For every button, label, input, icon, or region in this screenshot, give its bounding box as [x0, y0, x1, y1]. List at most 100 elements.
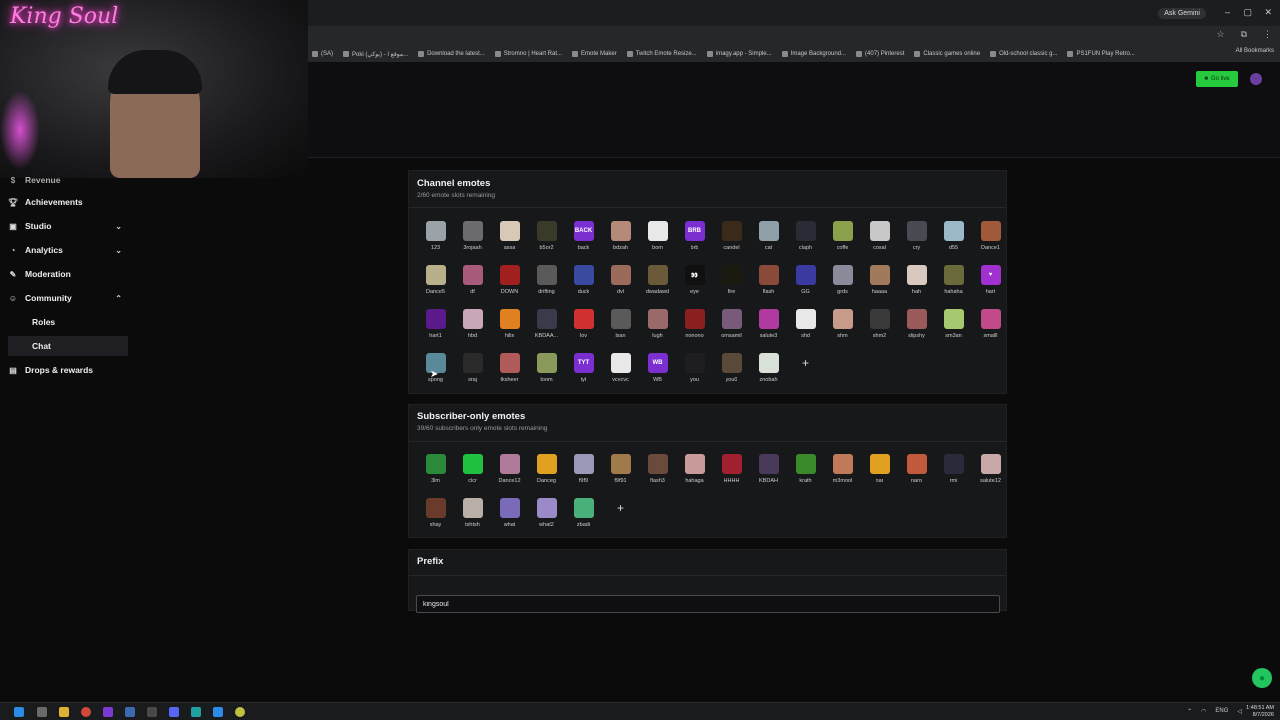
bookmark-item[interactable]: Poki (بوكي) - موقع ا...: [343, 51, 408, 58]
emote-item[interactable]: what: [491, 497, 528, 535]
emote-item[interactable]: omsamil: [713, 308, 750, 346]
sidebar-item-achievements[interactable]: 🏆︎ Achievements: [8, 192, 128, 212]
prefix-input[interactable]: [416, 595, 1000, 613]
emote-item[interactable]: vcvcvc: [602, 352, 639, 390]
emote-item[interactable]: hbd: [454, 308, 491, 346]
emote-item[interactable]: cosal: [861, 220, 898, 258]
emote-item[interactable]: Dance12: [491, 453, 528, 491]
emote-item[interactable]: smalll: [972, 308, 1009, 346]
emote-item[interactable]: zbadi: [565, 497, 602, 535]
emote-item[interactable]: hart1: [417, 308, 454, 346]
emote-item[interactable]: hahaha: [935, 264, 972, 302]
emote-item[interactable]: rmi: [935, 453, 972, 491]
emote-item[interactable]: dwadawd: [639, 264, 676, 302]
emote-item[interactable]: you: [676, 352, 713, 390]
emote-item[interactable]: df: [454, 264, 491, 302]
emote-item[interactable]: fire: [713, 264, 750, 302]
emote-item[interactable]: 👀 eye: [676, 264, 713, 302]
emote-item[interactable]: bom: [639, 220, 676, 258]
windows-start-icon[interactable]: [14, 707, 24, 717]
emote-item[interactable]: hah: [898, 264, 935, 302]
emote-item[interactable]: 3rojaah: [454, 220, 491, 258]
emote-item[interactable]: flash3: [639, 453, 676, 491]
bookmark-item[interactable]: imagy.app - Simple...: [706, 51, 772, 57]
emote-item[interactable]: tshtsh: [454, 497, 491, 535]
menu-icon[interactable]: ⋮: [1263, 29, 1272, 40]
extensions-icon[interactable]: ⧉: [1241, 29, 1247, 40]
add-emote-button[interactable]: +: [602, 497, 639, 535]
emote-item[interactable]: coffe: [824, 220, 861, 258]
address-bar[interactable]: [308, 26, 1280, 46]
sidebar-item-roles[interactable]: Roles: [8, 312, 128, 332]
emote-item[interactable]: dvl: [602, 264, 639, 302]
sidebar-item-revenue[interactable]: $ Revenue: [8, 170, 128, 190]
emote-item[interactable]: Danceg: [528, 453, 565, 491]
bookmark-item[interactable]: Twitch Emote Resize...: [626, 51, 697, 57]
emote-item[interactable]: shay: [417, 497, 454, 535]
emote-item[interactable]: nar: [861, 453, 898, 491]
emote-item[interactable]: you0: [713, 352, 750, 390]
star-icon[interactable]: ☆: [1216, 29, 1224, 40]
sidebar-item-drops-rewards[interactable]: ▤ Drops & rewards: [8, 360, 128, 380]
emote-item[interactable]: d55: [935, 220, 972, 258]
app-icon[interactable]: [235, 707, 245, 717]
emote-item[interactable]: DOWN: [491, 264, 528, 302]
task-view-icon[interactable]: [37, 707, 47, 717]
emote-item[interactable]: lov: [565, 308, 602, 346]
app-icon[interactable]: [147, 707, 157, 717]
emote-item[interactable]: claph: [787, 220, 824, 258]
emote-item[interactable]: 123: [417, 220, 454, 258]
maximize-icon[interactable]: ▢: [1243, 7, 1252, 18]
app-icon[interactable]: [191, 707, 201, 717]
emote-item[interactable]: ♥ hart: [972, 264, 1009, 302]
bookmark-item[interactable]: Old-school classic g...: [990, 51, 1057, 57]
emote-item[interactable]: nonono: [676, 308, 713, 346]
emote-item[interactable]: candel: [713, 220, 750, 258]
emote-item[interactable]: shm: [824, 308, 861, 346]
emote-item[interactable]: sm3an: [935, 308, 972, 346]
sidebar-item-community[interactable]: ☺ Community ⌃: [8, 288, 128, 308]
emote-item[interactable]: b5or2: [528, 220, 565, 258]
add-emote-button[interactable]: +: [787, 352, 824, 390]
emote-item[interactable]: naro: [898, 453, 935, 491]
emote-item[interactable]: krath: [787, 453, 824, 491]
photos-icon[interactable]: [213, 707, 223, 717]
emote-item[interactable]: toom: [528, 352, 565, 390]
sidebar-item-studio[interactable]: ▣ Studio ⌄: [8, 216, 128, 236]
ask-gemini-button[interactable]: Ask Gemini: [1158, 8, 1206, 19]
help-chat-icon[interactable]: ●: [1252, 668, 1272, 688]
emote-item[interactable]: BACK back: [565, 220, 602, 258]
emote-item[interactable]: salute3: [750, 308, 787, 346]
emote-item[interactable]: sraj: [454, 352, 491, 390]
emote-item[interactable]: Dance1: [972, 220, 1009, 258]
emote-item[interactable]: HHHH: [713, 453, 750, 491]
emote-item[interactable]: bdzah: [602, 220, 639, 258]
emote-item[interactable]: cat: [750, 220, 787, 258]
minimize-icon[interactable]: –: [1225, 7, 1230, 17]
sidebar-item-analytics[interactable]: ◔ Analytics ⌄: [8, 240, 128, 260]
emote-item[interactable]: lugh: [639, 308, 676, 346]
emote-item[interactable]: f9f9: [565, 453, 602, 491]
sidebar-item-chat[interactable]: Chat: [8, 336, 128, 356]
emote-item[interactable]: tksheer: [491, 352, 528, 390]
emote-item[interactable]: slipshy: [898, 308, 935, 346]
emote-item[interactable]: m3mool: [824, 453, 861, 491]
chrome-icon[interactable]: [81, 707, 91, 717]
emote-item[interactable]: flash: [750, 264, 787, 302]
avatar[interactable]: [1250, 73, 1262, 85]
emote-item[interactable]: Dance5: [417, 264, 454, 302]
bookmark-item[interactable]: (SA): [312, 51, 333, 57]
emote-item[interactable]: assa: [491, 220, 528, 258]
emote-item[interactable]: f9f91: [602, 453, 639, 491]
file-explorer-icon[interactable]: [59, 707, 69, 717]
volume-icon[interactable]: ◁: [1237, 708, 1242, 715]
emote-item[interactable]: 3lm: [417, 453, 454, 491]
emote-item[interactable]: clcr: [454, 453, 491, 491]
emote-item[interactable]: GG: [787, 264, 824, 302]
emote-item[interactable]: shm2: [861, 308, 898, 346]
bookmark-item[interactable]: Image Background...: [781, 51, 846, 57]
bookmark-item[interactable]: Stromno | Heart Rat...: [494, 51, 562, 57]
bookmark-item[interactable]: PS1FUN Play Retro...: [1067, 51, 1135, 57]
close-icon[interactable]: ✕: [1264, 7, 1272, 18]
go-live-button[interactable]: ■ Go live: [1196, 71, 1238, 87]
